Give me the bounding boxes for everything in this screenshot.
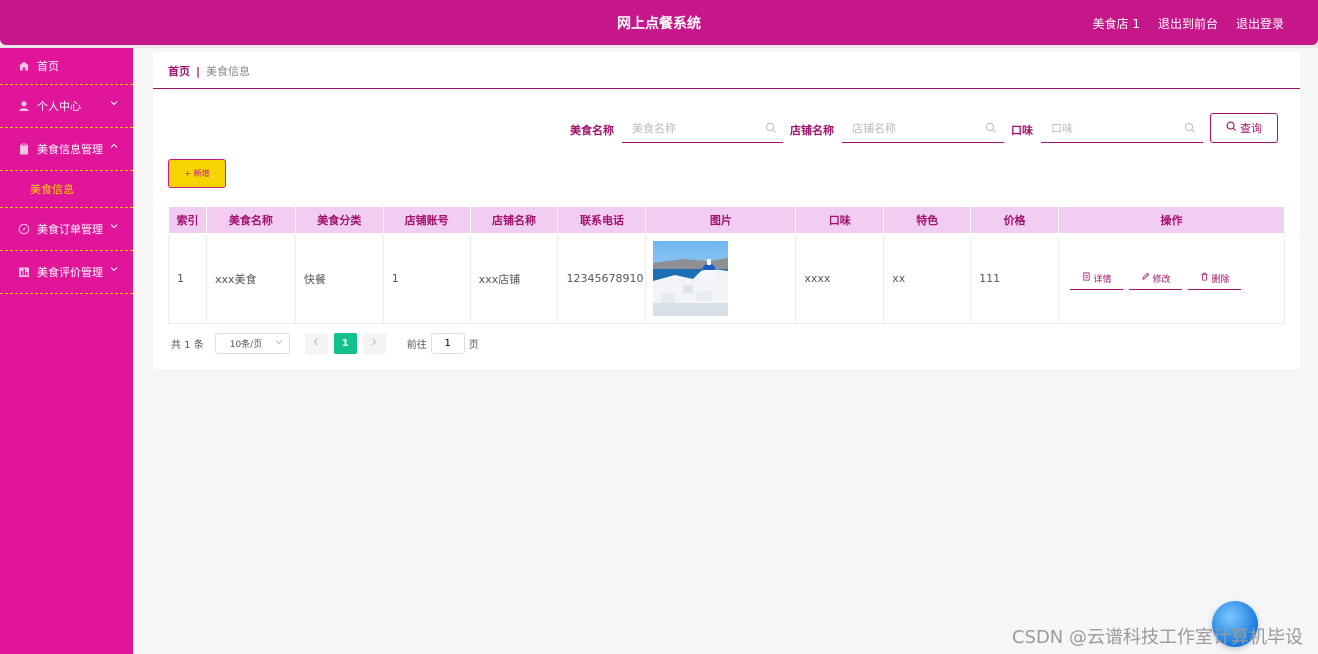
cell-phone: 12345678910: [557, 233, 647, 324]
store-name: 美食店 1: [1092, 17, 1140, 31]
sidebar-item-label: 首页: [37, 60, 59, 73]
edit-button[interactable]: 修改: [1129, 268, 1183, 290]
header-divider: [0, 45, 1318, 48]
sidebar-item-food-info-management[interactable]: 美食信息管理: [0, 128, 133, 171]
cell-price: 111: [970, 233, 1060, 324]
breadcrumb: 首页 | 美食信息: [168, 63, 250, 79]
page-unit-label: 页: [468, 340, 479, 351]
pagination-total: 共 1 条: [171, 340, 204, 351]
sidebar-item-personal-center[interactable]: 个人中心: [0, 85, 133, 128]
cell-shop-name: xxx店铺: [469, 233, 559, 324]
column-header-shop-name: 店铺名称: [469, 206, 559, 234]
watermark: CSDN @云谱科技工作室计算机毕设: [1011, 627, 1303, 648]
cell-index: 1: [168, 233, 207, 324]
shop-name-input[interactable]: [842, 114, 1004, 143]
food-name-label: 美食名称: [570, 124, 614, 137]
column-header-index: 索引: [168, 206, 207, 234]
sidebar: 首页 个人中心 美食信息管理 美食信息 美食订单管理 美食评价管理: [0, 48, 133, 654]
chevron-down-icon: [275, 338, 283, 349]
query-button[interactable]: 查询: [1210, 113, 1278, 143]
column-header-feature: 特色: [883, 206, 972, 234]
delete-button[interactable]: 删除: [1188, 268, 1242, 290]
breadcrumb-home[interactable]: 首页: [168, 65, 190, 78]
breadcrumb-current: 美食信息: [206, 65, 251, 78]
table-header-row: 索引 美食名称 美食分类 店铺账号 店铺名称 联系电话 图片 口味 特色 价格 …: [168, 206, 1285, 234]
column-header-price: 价格: [970, 206, 1060, 234]
cell-shop-account: 1: [382, 233, 471, 324]
chart-icon: [18, 266, 30, 278]
food-table: 索引 美食名称 美食分类 店铺账号 店铺名称 联系电话 图片 口味 特色 价格 …: [168, 206, 1285, 324]
column-header-shop-account: 店铺账号: [382, 206, 471, 234]
page-size-value: 10条/页: [229, 340, 263, 350]
column-header-taste: 口味: [795, 206, 885, 234]
sidebar-subitem-label: 美食信息: [30, 183, 74, 196]
document-icon: [1082, 272, 1091, 284]
chevron-left-icon: [312, 338, 320, 349]
sidebar-item-home[interactable]: 首页: [0, 48, 133, 85]
search-icon: [985, 122, 997, 134]
pencil-icon: [1141, 272, 1150, 284]
column-header-category: 美食分类: [294, 206, 384, 234]
sidebar-item-label: 美食信息管理: [37, 143, 103, 156]
next-page-button[interactable]: [362, 333, 386, 354]
cell-image: [645, 233, 797, 324]
search-icon: [765, 122, 777, 134]
delete-button-label: 删除: [1211, 274, 1230, 285]
food-image[interactable]: [653, 241, 729, 316]
search-icon: [1184, 122, 1196, 134]
chevron-up-icon: [110, 142, 118, 153]
sidebar-item-label: 个人中心: [37, 100, 81, 113]
sidebar-item-label: 美食订单管理: [37, 223, 103, 236]
edit-button-label: 修改: [1152, 274, 1171, 285]
breadcrumb-divider: [153, 88, 1300, 89]
home-icon: [18, 60, 30, 72]
add-button[interactable]: + 新增: [168, 159, 226, 188]
chevron-down-icon: [110, 222, 118, 233]
compass-icon: [18, 223, 30, 235]
cell-category: 快餐: [294, 233, 384, 324]
prev-page-button[interactable]: [304, 333, 328, 354]
detail-button-label: 详情: [1093, 274, 1112, 285]
pagination: 共 1 条 10条/页 1 前往 页: [171, 333, 479, 354]
page-number-current[interactable]: 1: [333, 333, 357, 354]
trash-icon: [1200, 272, 1209, 284]
sidebar-item-order-management[interactable]: 美食订单管理: [0, 208, 133, 251]
clipboard-icon: [18, 143, 30, 155]
shop-name-label: 店铺名称: [790, 124, 834, 137]
taste-input[interactable]: [1041, 114, 1203, 143]
sidebar-subitem-food-info[interactable]: 美食信息: [0, 171, 133, 208]
column-header-food-name: 美食名称: [205, 206, 296, 234]
breadcrumb-separator: |: [196, 65, 201, 78]
query-button-label: 查询: [1240, 122, 1262, 135]
logout-link[interactable]: 退出登录: [1236, 15, 1284, 32]
main-card: 首页 | 美食信息 美食名称 店铺名称 口味 查询 + 新增 索引 美食名称 美食分…: [153, 52, 1300, 369]
sidebar-item-label: 美食评价管理: [37, 266, 103, 279]
page-size-select[interactable]: 10条/页: [214, 333, 290, 354]
table-row: 1 xxx美食 快餐 1 xxx店铺 12345678910 xxxx xx 1…: [168, 233, 1285, 324]
chevron-down-icon: [110, 99, 118, 110]
goto-page-input[interactable]: [430, 333, 465, 354]
top-header: 网上点餐系统 美食店 1 退出到前台 退出登录: [0, 0, 1318, 45]
header-actions: 美食店 1 退出到前台 退出登录: [1093, 15, 1284, 32]
cell-food-name: xxx美食: [205, 233, 296, 324]
chevron-right-icon: [370, 338, 378, 349]
column-header-actions: 操作: [1058, 206, 1285, 234]
chevron-down-icon: [110, 265, 118, 276]
column-header-image: 图片: [645, 206, 797, 234]
sidebar-item-review-management[interactable]: 美食评价管理: [0, 251, 133, 294]
row-actions: 详情 修改 删除: [1067, 268, 1284, 290]
back-to-front-link[interactable]: 退出到前台: [1158, 15, 1218, 32]
food-name-input[interactable]: [622, 114, 783, 143]
goto-label: 前往: [406, 340, 427, 351]
taste-label: 口味: [1011, 124, 1033, 137]
search-icon: [1226, 121, 1237, 135]
detail-button[interactable]: 详情: [1070, 268, 1124, 290]
cell-taste: xxxx: [795, 233, 885, 324]
user-icon: [18, 100, 30, 112]
cell-actions: 详情 修改 删除: [1058, 233, 1285, 324]
cell-feature: xx: [883, 233, 972, 324]
column-header-phone: 联系电话: [557, 206, 647, 234]
